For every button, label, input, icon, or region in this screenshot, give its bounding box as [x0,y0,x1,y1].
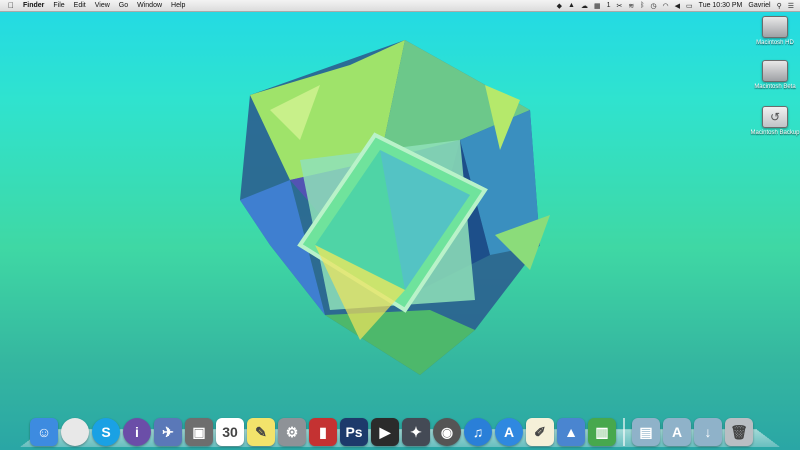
activity-icon[interactable]: ≋ [628,2,634,10]
menu-help[interactable]: Help [171,2,185,9]
dock-trash-icon[interactable]: 🗑 [725,418,753,446]
desktop-icon-label: Macintosh Beta [754,84,796,90]
dock-clapper-icon[interactable]: ▶ [371,418,399,446]
dock-ical-info-icon[interactable]: i [123,418,151,446]
dock-chrome-icon[interactable] [61,418,89,446]
dock-app-store-folder-icon[interactable]: A [663,418,691,446]
desktop-icon-label: Macintosh HD [756,40,794,46]
menu-bar:  Finder File Edit View Go Window Help ◆… [0,0,800,12]
menu-finder[interactable]: Finder [23,2,44,9]
status-area: ◆ ▲ ☁ ▦ 1 ✂ ≋ ᛒ ◷ ◠ ◀ ▭ Tue 10:30 PM Gav… [557,2,800,10]
dock-keynote-icon[interactable]: ▲ [557,418,585,446]
dock-preview-icon[interactable]: ✈ [154,418,182,446]
battery-icon[interactable]: ▭ [686,2,693,10]
dock-applications-folder-icon[interactable]: ▤ [632,418,660,446]
dock-stickies-icon[interactable]: ✎ [247,418,275,446]
status-number[interactable]: 1 [607,2,611,9]
hard-drive-icon [762,16,788,38]
bluetooth-icon[interactable]: ᛒ [640,2,644,9]
volume-icon[interactable]: ◀ [675,2,680,10]
dock-finder-icon[interactable]: ☺ [30,418,58,446]
menu-file[interactable]: File [53,2,64,9]
desktop-icon-macintosh-beta[interactable]: Macintosh Beta [745,60,800,91]
dock-logic-icon[interactable]: ◉ [433,418,461,446]
dock: ☺ Si ✈ ▣ 30 ✎ ⚙ ▮ Ps ▶ ✦ ◉ ♫ A ✐ ▲ ▥ ▤ A ↓ 🗑 [30,408,780,446]
dock-photoshop-icon[interactable]: Ps [340,418,368,446]
time-machine-icon[interactable]: ◷ [650,2,656,10]
dock-itunes-icon[interactable]: ♫ [464,418,492,446]
wallpaper-crystal [240,40,550,375]
desktop-icon-label: Macintosh Backup [750,130,800,136]
dock-calendar-icon[interactable]: 30 [216,418,244,446]
apple-icon[interactable]:  [6,1,16,10]
desktop-icon-macintosh-hd[interactable]: Macintosh HD [745,16,800,47]
dock-app-store-icon[interactable]: A [495,418,523,446]
drive-icon[interactable]: ▲ [568,2,575,9]
desktop-icon-macintosh-backup[interactable]: ↺ Macintosh Backup [745,106,800,137]
dock-final-cut-icon[interactable]: ✦ [402,418,430,446]
dock-textedit-icon[interactable]: ✐ [526,418,554,446]
time-machine-drive-icon: ↺ [762,106,788,128]
dock-photo-booth-icon[interactable]: ▮ [309,418,337,446]
spotlight-icon[interactable]: ⚲ [777,2,782,10]
menu-user[interactable]: Gavriel [748,2,770,9]
grid-icon[interactable]: ▦ [594,2,601,10]
menu-window[interactable]: Window [137,2,162,9]
dock-separator [623,418,625,446]
dropbox-icon[interactable]: ◆ [557,2,562,10]
tools-icon[interactable]: ✂ [616,2,622,10]
dock-skype-icon[interactable]: S [92,418,120,446]
hard-drive-icon [762,60,788,82]
dock-numbers-icon[interactable]: ▥ [588,418,616,446]
dock-system-preferences-icon[interactable]: ⚙ [278,418,306,446]
menu-go[interactable]: Go [119,2,128,9]
dock-image-capture-icon[interactable]: ▣ [185,418,213,446]
menu-view[interactable]: View [95,2,110,9]
wifi-icon[interactable]: ◠ [663,2,669,10]
menu-edit[interactable]: Edit [74,2,86,9]
cloud-icon[interactable]: ☁ [581,2,588,10]
notification-center-icon[interactable]: ☰ [788,2,794,10]
dock-downloads-folder-icon[interactable]: ↓ [694,418,722,446]
menu-clock[interactable]: Tue 10:30 PM [699,2,743,9]
